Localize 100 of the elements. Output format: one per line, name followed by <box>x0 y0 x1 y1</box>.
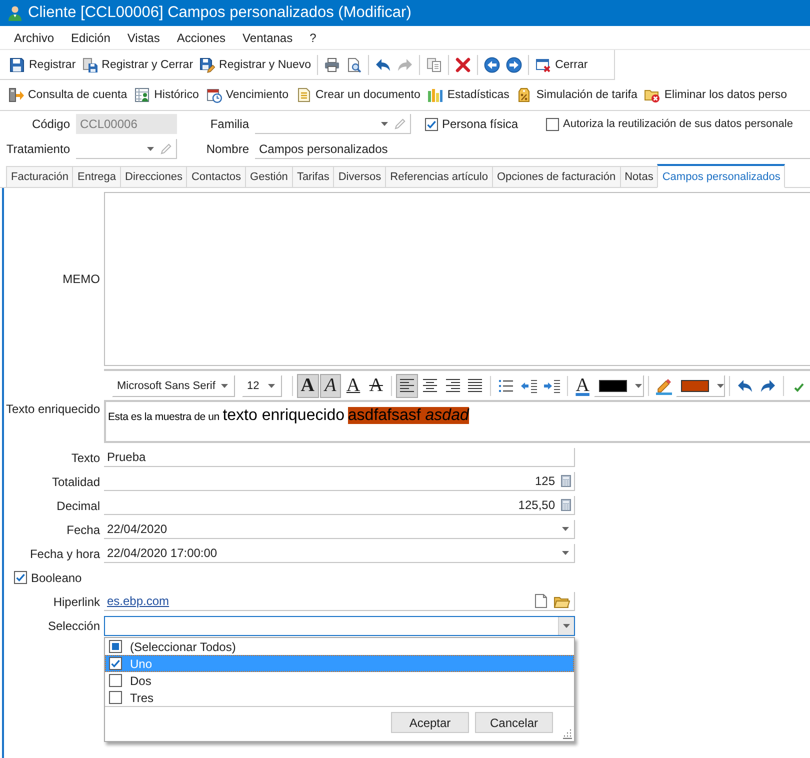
page-magnifier-icon <box>346 56 362 72</box>
list-option[interactable]: Tres <box>105 689 574 706</box>
undo-arrow-icon <box>375 56 392 72</box>
name-field[interactable]: Campos personalizados <box>255 139 810 159</box>
underline-button[interactable]: A <box>342 374 364 398</box>
strikethrough-button[interactable]: A <box>365 374 387 398</box>
font-dropdown[interactable]: Microsoft Sans Serif <box>112 374 235 396</box>
date-field[interactable]: 22/04/2020 17:00:00 <box>104 544 575 563</box>
accept-button[interactable]: Aceptar <box>391 712 469 733</box>
menu-item[interactable]: Edición <box>68 28 114 46</box>
tab[interactable]: Gestión <box>245 166 293 188</box>
tab[interactable]: Notas <box>620 166 658 188</box>
menu-item[interactable]: ? <box>306 28 320 46</box>
tab[interactable]: Diversos <box>333 166 386 188</box>
close-button[interactable]: Cerrar <box>532 52 591 76</box>
hyperlink[interactable]: es.ebp.com <box>107 594 170 608</box>
select-field[interactable] <box>104 616 575 636</box>
memo-field[interactable] <box>104 192 810 366</box>
font-size-dropdown[interactable]: 12 <box>242 374 282 396</box>
bold-button[interactable]: A <box>296 374 319 398</box>
menu-item[interactable]: Vistas <box>124 28 163 46</box>
pencil-icon <box>394 118 406 130</box>
checkbox[interactable] <box>14 571 27 584</box>
field-label: Fecha y hora <box>28 546 100 560</box>
redo-arrow-icon <box>397 56 414 72</box>
field-label: Texto enriquecido <box>4 401 100 416</box>
toolbar-button[interactable]: Eliminar los datos perso <box>642 83 790 107</box>
link-field[interactable]: es.ebp.com <box>104 592 575 611</box>
floppy-page-icon <box>82 56 98 72</box>
number-field[interactable]: 125 <box>104 472 575 491</box>
save-and-close-button[interactable]: Registrar y Cerrar <box>78 52 196 76</box>
highlighter-pen-icon <box>654 376 673 394</box>
pencil-icon <box>160 142 172 154</box>
checkbox-label: Booleano <box>31 570 82 584</box>
caret-down-icon <box>563 624 570 628</box>
checkbox[interactable] <box>546 118 560 130</box>
checkbox[interactable] <box>109 640 122 653</box>
tab[interactable]: Facturación <box>6 166 74 188</box>
list-option[interactable]: (Seleccionar Todos) <box>105 638 574 655</box>
font-color-button[interactable]: A <box>572 374 594 398</box>
toolbar-button[interactable]: Crear un documento <box>294 83 422 107</box>
tab[interactable]: Campos personalizados <box>657 164 786 188</box>
caret-down-icon <box>562 551 569 555</box>
copy-pages-icon <box>426 56 442 72</box>
tab[interactable]: Tarifas <box>292 166 334 188</box>
text-color-dropdown[interactable] <box>594 374 644 396</box>
caret-down-icon <box>381 122 388 126</box>
menu-item[interactable]: Archivo <box>11 28 58 46</box>
caret-down-icon <box>562 527 569 531</box>
bullet-list-icon <box>498 378 514 392</box>
binder-arrow-icon <box>8 87 24 103</box>
toolbar-button[interactable]: Estadísticas <box>425 83 512 107</box>
date-field[interactable]: 22/04/2020 <box>104 520 575 539</box>
tab[interactable]: Entrega <box>72 166 122 188</box>
right-arrow-circle-icon <box>506 56 522 72</box>
rich-text-field[interactable]: Esta es la muestra de un texto enriquecido asdfafsasf asdad <box>104 400 810 443</box>
toolbar-button[interactable]: Histórico <box>132 83 201 107</box>
window-title: Cliente [CCL00006] Campos personalizados (Modificar) <box>28 4 412 22</box>
caret-down-icon <box>268 384 275 388</box>
justify-icon <box>467 379 484 392</box>
highlight-color-dropdown[interactable] <box>676 374 726 396</box>
tab[interactable]: Contactos <box>186 166 246 188</box>
cancel-button[interactable]: Cancelar <box>475 712 553 733</box>
calculator-icon <box>561 475 571 487</box>
checkbox[interactable] <box>109 657 122 670</box>
checkbox[interactable] <box>109 674 122 687</box>
field-label: Fecha <box>66 522 100 536</box>
checkbox[interactable] <box>425 118 438 130</box>
checkbox-label: Persona física <box>442 117 518 131</box>
toolbar-button[interactable]: Vencimiento <box>204 83 290 107</box>
toolbar-button[interactable]: Simulación de tarifa <box>514 83 640 107</box>
blank-page-icon <box>535 594 547 608</box>
field-label: Decimal <box>56 498 100 512</box>
field-label: Nombre <box>205 142 249 156</box>
number-field[interactable]: 125,50 <box>104 496 575 515</box>
left-arrow-circle-icon <box>484 56 500 72</box>
rich-text-content: Esta es la muestra de un texto enriquecido asdfafsasf asdad <box>108 407 470 426</box>
menu-item[interactable]: Ventanas <box>240 28 296 46</box>
calendar-clock-icon <box>206 87 222 103</box>
list-option[interactable]: Dos <box>105 672 574 689</box>
tab[interactable]: Direcciones <box>120 166 188 188</box>
caret-down-icon <box>716 384 724 388</box>
undo-arrow-icon <box>737 378 754 394</box>
tab[interactable]: Opciones de facturación <box>492 166 621 188</box>
caret-down-icon <box>220 384 228 388</box>
align-left-button[interactable] <box>396 374 418 398</box>
field-label: MEMO <box>62 272 100 286</box>
dropdown-button[interactable] <box>558 617 574 635</box>
save-button[interactable]: Registrar <box>6 52 79 76</box>
caret-down-icon <box>147 146 154 150</box>
tab[interactable]: Referencias artículo <box>385 166 493 188</box>
caret-down-icon <box>635 384 642 388</box>
outdent-icon <box>520 378 538 392</box>
text-field[interactable]: Prueba <box>104 448 575 467</box>
toolbar-button[interactable]: Consulta de cuenta <box>6 83 130 107</box>
align-center-icon <box>422 379 438 392</box>
save-and-new-button[interactable]: Registrar y Nuevo <box>196 52 314 76</box>
menu-item[interactable]: Acciones <box>174 28 229 46</box>
italic-button[interactable]: A <box>320 374 342 398</box>
checkbox[interactable] <box>109 691 122 704</box>
